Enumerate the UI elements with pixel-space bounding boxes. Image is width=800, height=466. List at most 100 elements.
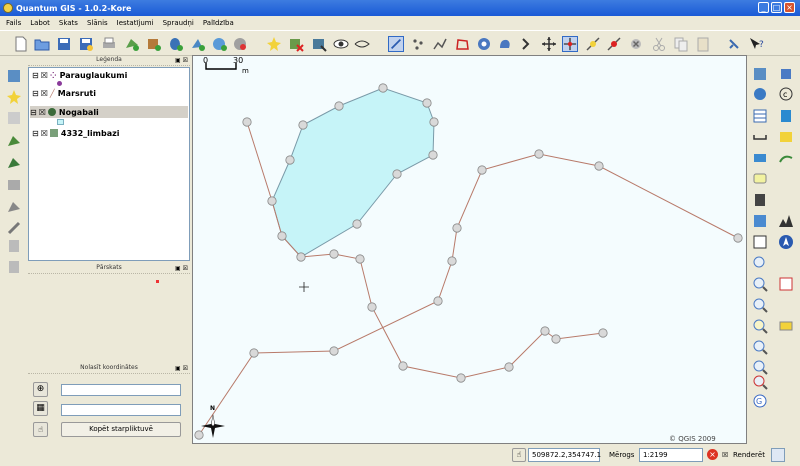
identify-icon[interactable] [752,359,768,375]
copy-features-icon[interactable] [673,36,689,52]
delimited-text-icon[interactable] [778,129,794,145]
plugin-manager-icon[interactable] [778,66,794,82]
add-delimited-text-icon[interactable] [778,276,794,292]
menu-iestatijumi[interactable]: Iestatījumi [117,19,154,27]
delete-selected-icon[interactable] [628,36,644,52]
pan-zoom-icon[interactable] [752,374,768,390]
render-checkbox-icon[interactable]: ☒ [722,451,728,459]
capture-polyline-icon[interactable] [432,36,448,52]
layer-4332-limbazi[interactable]: ⊟ ☒ 4332_limbazi [32,127,188,139]
north-arrow-tool-icon[interactable] [778,234,794,250]
move-vertex-icon[interactable] [562,36,578,52]
hide-all-layers-icon[interactable] [354,36,370,52]
print-icon[interactable] [101,36,117,52]
terrain-icon[interactable] [778,213,794,229]
expand-icon[interactable]: ⊟ [30,108,37,117]
expand-icon[interactable]: ⊟ [32,129,39,138]
grass-icon[interactable] [778,150,794,166]
add-vector-icon[interactable] [6,133,22,149]
forest-stand-polygon[interactable] [271,87,435,258]
add-vertex-icon[interactable] [585,36,601,52]
track-mouse-button[interactable]: ☝ [33,422,48,437]
add-layer-icon[interactable] [6,155,22,171]
stop-render-icon[interactable]: × [707,449,718,460]
crs-button[interactable]: ▦ [33,401,48,416]
zoom-in-icon[interactable] [752,318,768,334]
zoom-in-tool-icon[interactable] [6,68,22,84]
legend-dock-buttons[interactable]: ▣ ☒ [175,57,188,64]
layer-properties-icon[interactable] [778,108,794,124]
menu-spraudni[interactable]: Spraudņi [163,19,194,27]
overview-dock-buttons[interactable]: ▣ ☒ [175,265,188,272]
tools-icon[interactable] [6,220,22,236]
new-vector-layer-icon[interactable] [266,36,282,52]
attribute-table-icon[interactable] [752,108,768,124]
move-feature-icon[interactable] [541,36,557,52]
paste-features-icon[interactable] [695,36,711,52]
menu-slanis[interactable]: Slānis [87,19,108,27]
copy-to-clipboard-button[interactable]: Kopēt starpliktuvē [61,422,181,437]
refresh-icon[interactable] [752,86,768,102]
menu-skats[interactable]: Skats [59,19,78,27]
show-all-layers-icon[interactable] [333,36,349,52]
coordinates-dock-buttons[interactable]: ▣ ☒ [175,365,188,372]
save-project-icon[interactable] [56,36,72,52]
expand-icon[interactable]: ⊟ [32,71,39,80]
open-project-icon[interactable] [34,36,50,52]
measure-icon[interactable] [752,150,768,166]
add-vector-layer-icon[interactable] [124,36,140,52]
minimize-button[interactable]: _ [758,2,769,13]
cut-features-icon[interactable] [651,36,667,52]
layer-parauglaukumi[interactable]: ⊟ ☒ ⁘ Parauglaukumi [32,69,188,81]
add-all-to-overview-icon[interactable] [311,36,327,52]
checkbox-icon[interactable]: ☒ [41,129,48,138]
annotation-icon[interactable] [752,171,768,187]
zoom-full-icon[interactable] [752,255,768,271]
select-tool-icon[interactable] [6,110,22,126]
capture-coords-button[interactable]: ⊕ [33,382,48,397]
delete-ring-icon[interactable] [519,36,535,52]
import-icon[interactable] [6,259,22,275]
coordinate-field-2[interactable] [61,404,181,416]
zoom-out-icon[interactable] [752,339,768,355]
save-as-icon[interactable] [78,36,94,52]
add-wms-layer-icon[interactable] [212,36,228,52]
zoom-last-icon[interactable] [752,276,768,292]
scale-input[interactable]: 1:2199 [639,448,703,462]
expand-icon[interactable]: ⊟ [32,89,39,98]
interpolation-icon[interactable] [752,213,768,229]
map-canvas[interactable]: 0 30 m N © QGIS 2009 [192,55,747,444]
capture-point-icon[interactable] [410,36,426,52]
menu-labot[interactable]: Labot [30,19,50,27]
checkbox-icon[interactable]: ☒ [39,108,46,117]
remove-all-icon[interactable] [288,36,304,52]
layer-nogabali[interactable]: ⊟ ☒ Nogabali [30,106,188,118]
google-maps-icon[interactable]: G [752,393,768,409]
copyright-label-icon[interactable]: c [778,86,794,102]
raster-icon[interactable] [6,177,22,193]
capture-polygon-icon[interactable] [454,36,470,52]
add-raster-layer-icon[interactable] [146,36,162,52]
coordinate-toggle-button[interactable]: ☝ [512,448,526,462]
remove-layer-icon[interactable] [232,36,248,52]
new-project-icon[interactable] [13,36,29,52]
add-postgis-layer-icon[interactable] [168,36,184,52]
gps-tools-icon[interactable] [752,192,768,208]
coordinate-field-1[interactable] [61,384,181,396]
menu-fails[interactable]: Fails [6,19,21,27]
menu-palidziba[interactable]: Palīdzība [203,19,234,27]
export-icon[interactable] [6,238,22,254]
checkbox-icon[interactable]: ☒ [41,89,48,98]
overview-map[interactable] [28,275,190,362]
add-ring-icon[interactable] [476,36,492,52]
zoom-layer-icon[interactable] [752,66,768,82]
georeference-icon[interactable] [6,199,22,215]
projection-icon[interactable] [771,448,785,462]
whats-this-help-icon[interactable]: ? [748,36,764,52]
scalebar-decoration-icon[interactable] [752,129,768,145]
maximize-button[interactable]: □ [771,2,782,13]
layer-marsruti[interactable]: ⊟ ☒ ╱ Marsruti [32,87,188,99]
delete-vertex-icon[interactable] [606,36,622,52]
add-spatialite-layer-icon[interactable] [190,36,206,52]
close-button[interactable]: × [784,2,795,13]
